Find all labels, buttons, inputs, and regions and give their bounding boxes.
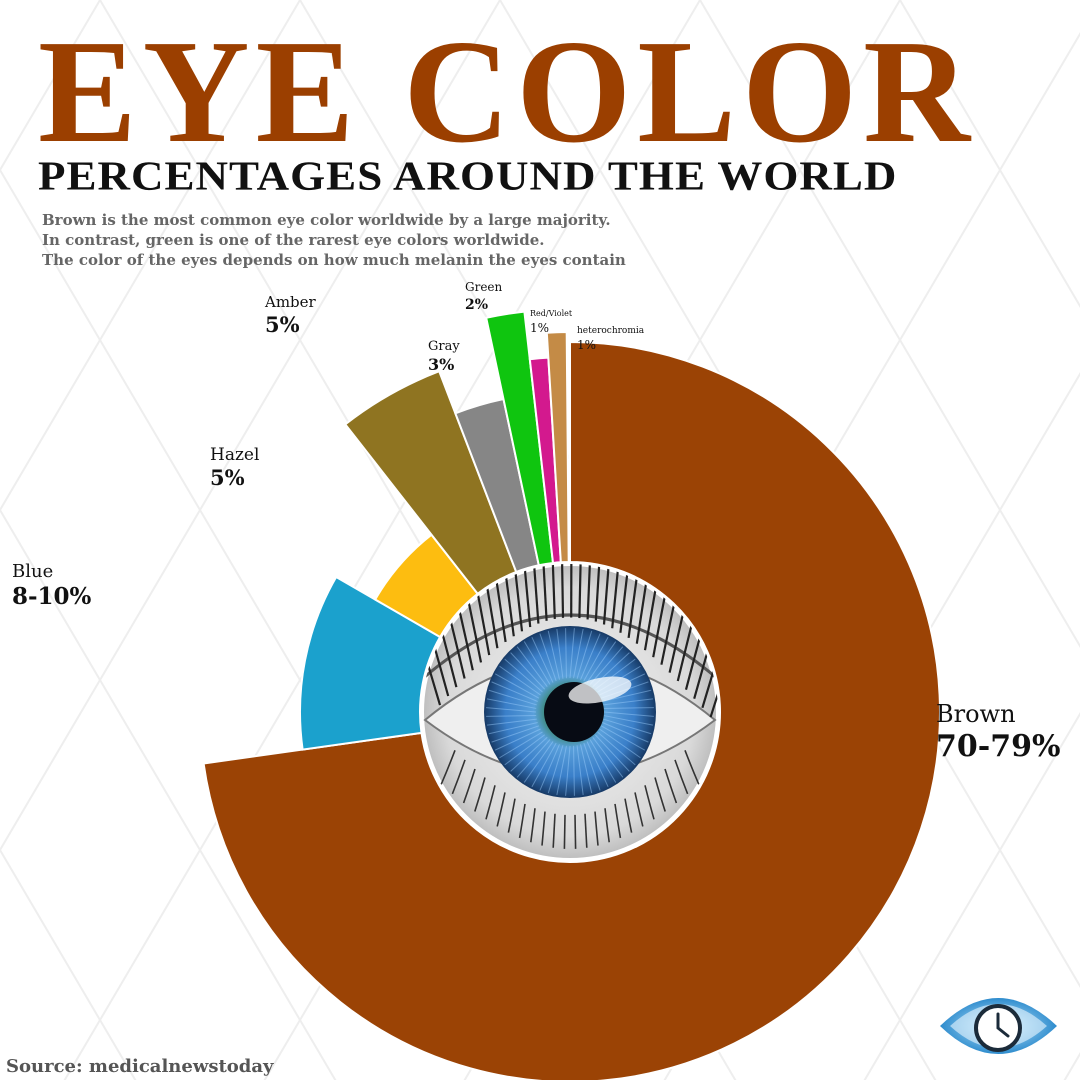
slice-value-label: 2% <box>465 297 488 313</box>
slice-name-label: Gray <box>428 339 460 354</box>
slice-value-label: 5% <box>265 312 300 337</box>
slice-value-label: 1% <box>530 321 549 335</box>
slice-value-label: 70-79% <box>936 729 1060 764</box>
slice-name-label: Hazel <box>210 445 259 465</box>
slice-value-label: 8-10% <box>12 583 92 610</box>
slice-value-label: 5% <box>210 465 245 490</box>
slice-name-label: Blue <box>12 561 53 582</box>
slice-name-label: Brown <box>936 700 1016 728</box>
slice-name-label: Amber <box>264 293 317 311</box>
slice-name-label: Green <box>465 280 503 294</box>
slice-name-label: Red/Violet <box>530 309 573 318</box>
eye-clock-logo <box>940 998 1057 1054</box>
slice-value-label: 1% <box>577 338 596 352</box>
slice-name-label: heterochromia <box>577 326 645 336</box>
source-credit: Source: medicalnewstoday <box>6 1056 274 1077</box>
eye-color-chart: Brown70-79%Blue8-10%Hazel5%Amber5%Gray3%… <box>12 280 1060 1080</box>
slice-value-label: 3% <box>428 355 454 374</box>
